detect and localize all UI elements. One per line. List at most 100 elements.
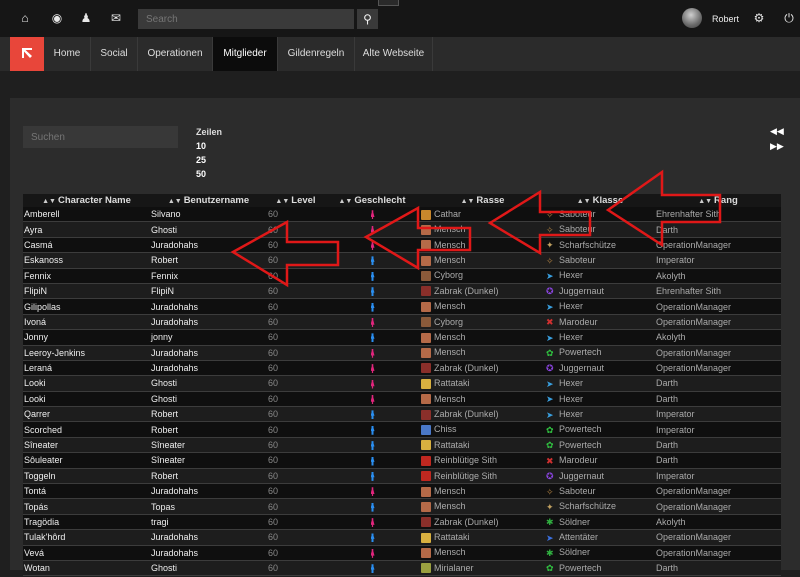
double-right-icon[interactable]: ▶▶ bbox=[770, 141, 784, 152]
rank-cell: Darth bbox=[655, 560, 781, 577]
sort-geschlecht[interactable]: ▲▼ Geschlecht bbox=[324, 194, 420, 207]
character-name-cell: Casmá bbox=[23, 237, 150, 254]
globe-icon[interactable]: ◉ bbox=[50, 11, 64, 25]
search-input[interactable] bbox=[138, 9, 354, 29]
rank-cell: OperationManager bbox=[655, 298, 781, 315]
race-label: Zabrak (Dunkel) bbox=[434, 362, 499, 373]
race-label: Mensch bbox=[434, 347, 466, 358]
female-icon bbox=[370, 210, 375, 220]
username-cell: Ghosti bbox=[150, 221, 267, 238]
sort-rang[interactable]: ▲▼ Rang bbox=[655, 194, 781, 207]
male-icon bbox=[370, 425, 375, 435]
table-row[interactable]: Ivoná Juradohahs 60 Cyborg ✖ Marodeur Operatio… bbox=[23, 314, 781, 331]
tab-alte-webseite[interactable]: Alte Webseite bbox=[355, 37, 433, 71]
character-name-cell: Ivoná bbox=[23, 314, 150, 331]
table-row[interactable]: Tontá Juradohahs 60 Mensch ✧ Saboteur Operatio… bbox=[23, 483, 781, 500]
race-label: Mensch bbox=[434, 224, 466, 235]
power-icon[interactable]: ⏻ bbox=[782, 11, 796, 25]
race-cell: Mirialaner bbox=[420, 560, 545, 577]
rank-cell: Darth bbox=[655, 375, 781, 392]
class-label: Powertech bbox=[559, 347, 602, 358]
table-row[interactable]: Tragödia tragi 60 Zabrak (Dunkel) ✱ Söldner Ak… bbox=[23, 514, 781, 531]
table-row[interactable]: Fennix Fennix 60 Cyborg ➤ Hexer Akolyth bbox=[23, 268, 781, 284]
level-cell: 60 bbox=[267, 298, 324, 315]
table-row[interactable]: Amberell Silvano 60 Cathar ✧ Saboteur Ehrenhaf… bbox=[23, 207, 781, 223]
table-row[interactable]: Scorched Robert 60 Chiss ✿ Powertech Imperator bbox=[23, 421, 781, 438]
table-row[interactable]: Eskanoss Robert 60 Mensch ✧ Saboteur Imperator bbox=[23, 252, 781, 269]
class-label: Hexer bbox=[559, 378, 584, 389]
tab-social[interactable]: Social bbox=[91, 37, 138, 71]
logo-icon[interactable] bbox=[10, 37, 44, 71]
sort-icon: ▲▼ bbox=[460, 198, 475, 205]
powertech-icon: ✿ bbox=[546, 440, 554, 451]
member-search-input[interactable] bbox=[23, 126, 178, 148]
gender-cell bbox=[324, 498, 420, 515]
gear-icon[interactable]: ⚙ bbox=[752, 11, 766, 25]
mail-icon[interactable]: ✉ bbox=[109, 11, 123, 25]
username-cell: Juradohahs bbox=[150, 360, 267, 377]
race-label: Mensch bbox=[434, 332, 466, 342]
home-icon[interactable]: ⌂ bbox=[18, 11, 32, 25]
rank-cell: OperationManager bbox=[655, 498, 781, 515]
table-row[interactable]: Qarrer Robert 60 Zabrak (Dunkel) ➤ Hexer Imper… bbox=[23, 406, 781, 423]
marauder-icon: ✖ bbox=[546, 317, 554, 328]
female-icon bbox=[370, 394, 375, 404]
table-row[interactable]: Wotan Ghosti 60 Mirialaner ✿ Powertech Darth bbox=[23, 560, 781, 577]
rows-option-10[interactable]: 10 bbox=[196, 141, 206, 151]
rows-option-25[interactable]: 25 bbox=[196, 155, 206, 165]
level-cell: 60 bbox=[267, 483, 324, 500]
table-row[interactable]: Sîneater Sîneater 60 Rattataki ✿ Powertech Dar… bbox=[23, 437, 781, 454]
table-row[interactable]: Casmá Juradohahs 60 Mensch ✦ Scharfschütze Ope… bbox=[23, 237, 781, 254]
tab-gildenregeln[interactable]: Gildenregeln bbox=[278, 37, 355, 71]
table-row[interactable]: Tulak'hôrd Juradohahs 60 Rattataki ➤ Attentät… bbox=[23, 529, 781, 546]
rank-cell: Akolyth bbox=[655, 329, 781, 346]
rank-cell: OperationManager bbox=[655, 345, 781, 361]
sort-character-name[interactable]: ▲▼ Character Name bbox=[23, 194, 150, 207]
race-cell: Mensch bbox=[420, 345, 545, 361]
table-row[interactable]: FlipiN FlipiN 60 Zabrak (Dunkel) ✪ Juggernaut… bbox=[23, 283, 781, 300]
tab-mitglieder[interactable]: Mitglieder bbox=[213, 37, 278, 71]
rank-cell: Darth bbox=[655, 221, 781, 238]
class-label: Juggernaut bbox=[559, 362, 605, 373]
race-label: Reinblütige Sith bbox=[434, 455, 498, 466]
double-left-icon[interactable]: ◀◀ bbox=[770, 126, 784, 137]
rows-option-50[interactable]: 50 bbox=[196, 169, 206, 179]
table-row[interactable]: Vevá Juradohahs 60 Mensch ✱ Söldner OperationM… bbox=[23, 545, 781, 561]
table-row[interactable]: Topás Topas 60 Mensch ✦ Scharfschütze Operatio… bbox=[23, 498, 781, 515]
race-icon bbox=[421, 286, 431, 297]
table-row[interactable]: Leraná Juradohahs 60 Zabrak (Dunkel) ✪ Jugger… bbox=[23, 360, 781, 377]
table-row[interactable]: Looki Ghosti 60 Rattataki ➤ Hexer Darth bbox=[23, 375, 781, 392]
level-cell: 60 bbox=[267, 437, 324, 454]
username-cell: FlipiN bbox=[150, 283, 267, 300]
sort-benutzername[interactable]: ▲▼ Benutzername bbox=[150, 194, 267, 207]
class-cell: ➤ Hexer bbox=[545, 375, 655, 392]
search-button[interactable]: ⚲ bbox=[357, 9, 378, 29]
tab-home[interactable]: Home bbox=[44, 37, 91, 71]
sort-icon: ▲▼ bbox=[167, 198, 182, 205]
gender-cell bbox=[324, 375, 420, 392]
race-cell: Zabrak (Dunkel) bbox=[420, 283, 545, 300]
table-row[interactable]: Jonny jonny 60 Mensch ➤ Hexer Akolyth bbox=[23, 329, 781, 346]
sort-icon: ▲▼ bbox=[338, 198, 353, 205]
dropdown-tab[interactable] bbox=[378, 0, 399, 6]
table-row[interactable]: Ayra Ghosti 60 Mensch ✧ Saboteur Darth bbox=[23, 221, 781, 238]
table-row[interactable]: Leeroy-Jenkins Juradohahs 60 Mensch ✿ Powerte… bbox=[23, 345, 781, 361]
table-row[interactable]: Looki Ghosti 60 Mensch ➤ Hexer Darth bbox=[23, 391, 781, 408]
rank-cell: Ehrenhafter Sith bbox=[655, 207, 781, 223]
race-icon bbox=[421, 209, 431, 220]
table-row[interactable]: Gilipollas Juradohahs 60 Mensch ➤ Hexer Operat… bbox=[23, 298, 781, 315]
level-cell: 60 bbox=[267, 498, 324, 515]
sorcerer-icon: ➤ bbox=[546, 409, 554, 420]
username-label[interactable]: Robert bbox=[712, 14, 739, 24]
sort-rasse[interactable]: ▲▼ Rasse bbox=[420, 194, 545, 207]
class-cell: ✱ Söldner bbox=[545, 545, 655, 561]
user-icon[interactable]: ♟ bbox=[79, 11, 93, 25]
sort-klasse[interactable]: ▲▼ Klasse bbox=[545, 194, 655, 207]
sort-level[interactable]: ▲▼ Level bbox=[267, 194, 324, 207]
table-row[interactable]: Sôuleater Sîneater 60 Reinblütige Sith ✖ Maro… bbox=[23, 452, 781, 469]
class-label: Hexer bbox=[559, 408, 584, 419]
table-row[interactable]: Toggeln Robert 60 Reinblütige Sith ✪ Juggerna… bbox=[23, 468, 781, 485]
avatar[interactable] bbox=[682, 8, 702, 28]
class-cell: ✪ Juggernaut bbox=[545, 283, 655, 300]
tab-operationen[interactable]: Operationen bbox=[138, 37, 213, 71]
